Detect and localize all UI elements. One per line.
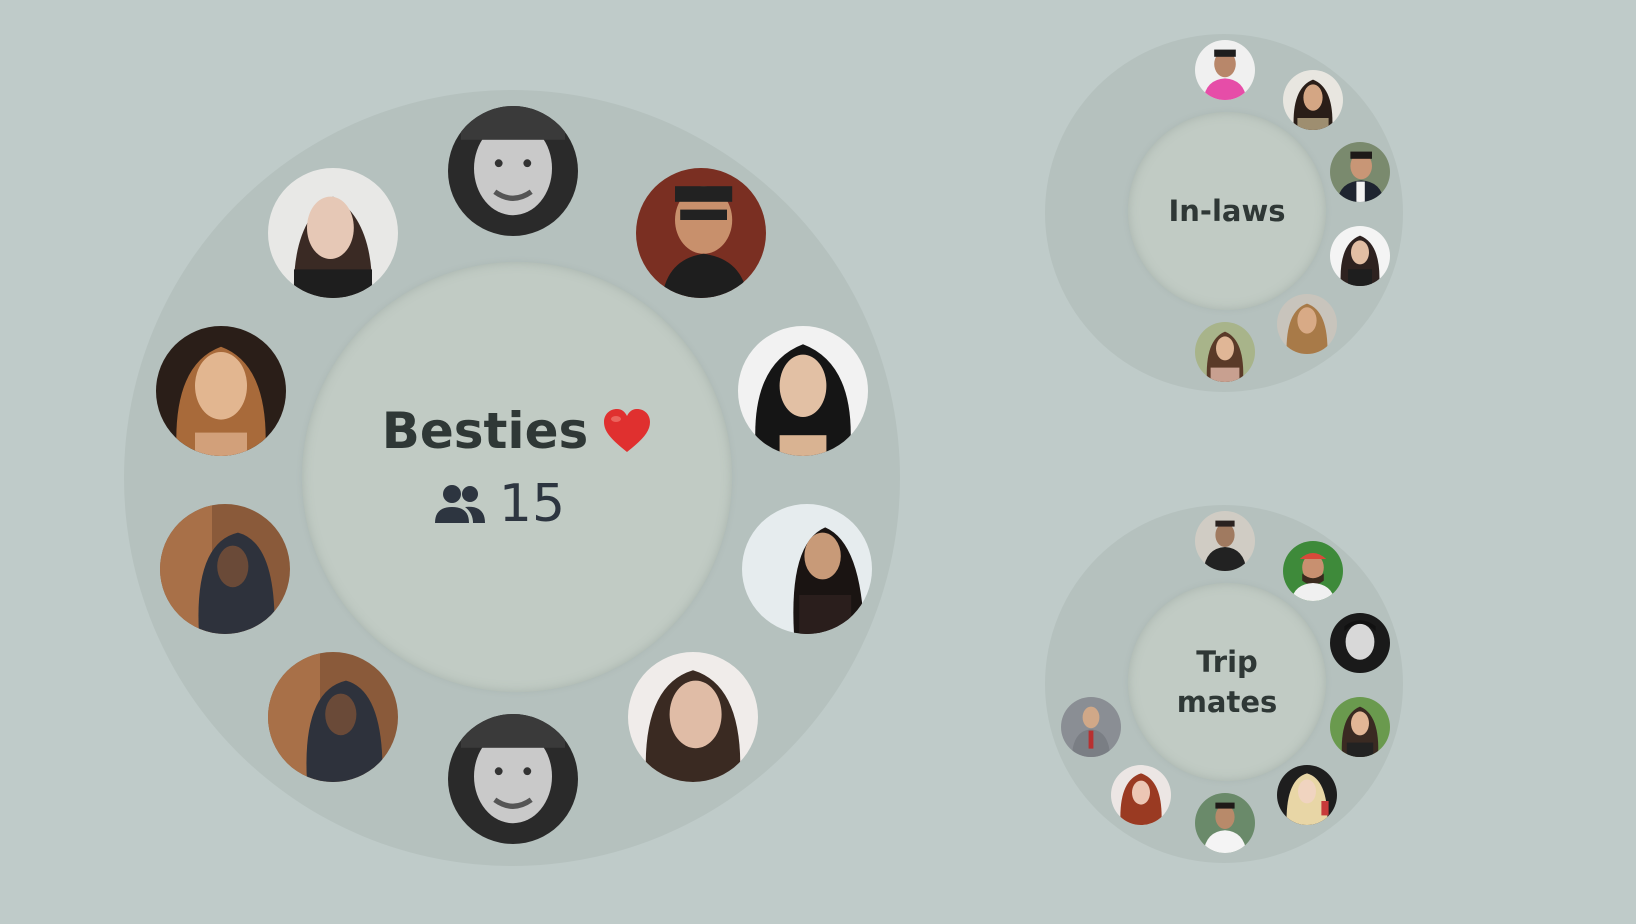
avatar[interactable] bbox=[1195, 40, 1255, 100]
people-icon bbox=[434, 485, 485, 523]
avatar[interactable] bbox=[1330, 142, 1390, 202]
avatar[interactable] bbox=[1111, 765, 1171, 825]
group-name: In-laws bbox=[1168, 194, 1286, 228]
group-name-line1: Trip bbox=[1196, 645, 1258, 679]
avatar[interactable] bbox=[448, 714, 578, 844]
group-name: Besties bbox=[381, 402, 589, 460]
avatar[interactable] bbox=[1195, 322, 1255, 382]
member-count: 15 bbox=[434, 474, 566, 534]
avatar[interactable] bbox=[1330, 697, 1390, 757]
avatar[interactable] bbox=[1277, 765, 1337, 825]
avatar[interactable] bbox=[1195, 511, 1255, 571]
avatar[interactable] bbox=[1330, 613, 1390, 673]
group-hub-inlaws[interactable]: In-laws bbox=[1128, 112, 1326, 310]
avatar[interactable] bbox=[1195, 793, 1255, 853]
avatar[interactable] bbox=[742, 504, 872, 634]
group-name-line2: mates bbox=[1176, 685, 1278, 719]
avatar[interactable] bbox=[1277, 294, 1337, 354]
avatar[interactable] bbox=[1283, 541, 1343, 601]
group-hub-trip-mates[interactable]: Trip mates bbox=[1128, 583, 1326, 781]
avatar[interactable] bbox=[160, 504, 290, 634]
group-hub-besties[interactable]: Besties 15 bbox=[302, 262, 732, 692]
group-title-row: Besties bbox=[382, 402, 653, 460]
heart-icon bbox=[604, 409, 651, 452]
avatar[interactable] bbox=[1283, 70, 1343, 130]
avatar[interactable] bbox=[268, 168, 398, 298]
avatar[interactable] bbox=[628, 652, 758, 782]
avatar[interactable] bbox=[636, 168, 766, 298]
avatar[interactable] bbox=[156, 326, 286, 456]
avatar[interactable] bbox=[1061, 697, 1121, 757]
avatar[interactable] bbox=[1330, 226, 1390, 286]
member-count-value: 15 bbox=[498, 474, 566, 534]
groups-canvas: Besties 15 In-laws Trip mates bbox=[0, 0, 1636, 924]
avatar[interactable] bbox=[738, 326, 868, 456]
avatar[interactable] bbox=[268, 652, 398, 782]
avatar[interactable] bbox=[448, 106, 578, 236]
